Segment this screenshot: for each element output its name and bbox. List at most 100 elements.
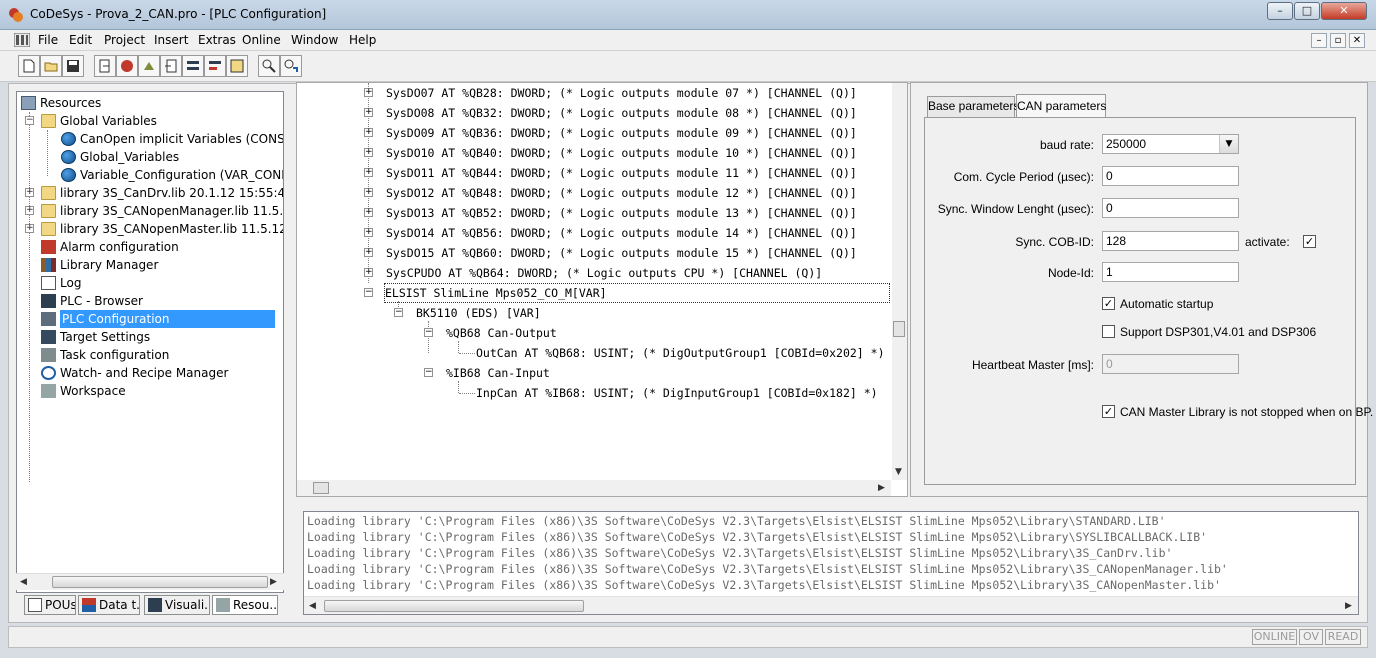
config-row-sysdo11[interactable]: SysDO11 AT %QB44: DWORD; (* Logic output… (386, 163, 857, 183)
mdi-restore-button[interactable]: ▫ (1330, 33, 1346, 48)
config-row-outcan[interactable]: OutCan AT %QB68: USINT; (* DigOutputGrou… (476, 343, 885, 363)
tree-item-target-settings[interactable]: Target Settings (41, 328, 150, 346)
expander-library-canopenmaster[interactable]: + (25, 224, 34, 233)
tree-item-global-variables-list[interactable]: Global_Variables (61, 148, 179, 166)
tree-item-library-candrv[interactable]: library 3S_CanDrv.lib 20.1.12 15:55:40: … (41, 184, 283, 202)
expander-elsist-slimline[interactable]: − (364, 288, 373, 297)
expander-ib68[interactable]: − (424, 368, 433, 377)
chevron-down-icon[interactable]: ▼ (1219, 135, 1238, 153)
activate-checkbox[interactable]: ✓ (1303, 235, 1316, 248)
step-over-button[interactable] (204, 55, 226, 77)
stop-button[interactable] (116, 55, 138, 77)
tree-item-canopen-implicit-variables[interactable]: CanOpen implicit Variables (CONSTANT) (61, 130, 283, 148)
config-row-sysdo12[interactable]: SysDO12 AT %QB48: DWORD; (* Logic output… (386, 183, 857, 203)
login-button[interactable] (94, 55, 116, 77)
scrollbar-thumb[interactable] (324, 600, 584, 612)
sync-window-length-field[interactable]: 0 (1102, 198, 1239, 218)
tree-item-plc-browser[interactable]: PLC - Browser (41, 292, 143, 310)
mdi-minimize-button[interactable]: – (1311, 33, 1327, 48)
expander-global-variables[interactable]: − (25, 116, 34, 125)
open-button[interactable] (40, 55, 62, 77)
expander-bk5110[interactable]: − (394, 308, 403, 317)
config-row-sysdo07[interactable]: SysDO07 AT %QB28: DWORD; (* Logic output… (386, 83, 857, 103)
menu-online[interactable]: Online (242, 33, 281, 47)
config-row-inpcan[interactable]: InpCan AT %IB68: USINT; (* DigInputGroup… (476, 383, 878, 403)
config-row-sysdo13[interactable]: SysDO13 AT %QB52: DWORD; (* Logic output… (386, 203, 857, 223)
resources-horizontal-scrollbar[interactable]: ◀ ▶ (16, 573, 284, 590)
menu-extras[interactable]: Extras (198, 33, 236, 47)
save-button[interactable] (62, 55, 84, 77)
tree-item-watch-recipe-manager[interactable]: Watch- and Recipe Manager (41, 364, 228, 382)
tree-item-alarm-configuration[interactable]: Alarm configuration (41, 238, 179, 256)
expander-sysdo07[interactable]: + (364, 88, 373, 97)
expander-sysdo14[interactable]: + (364, 228, 373, 237)
tab-data-types[interactable]: Data t... (78, 595, 140, 615)
tree-item-library-canopenmaster[interactable]: library 3S_CANopenMaster.lib 11.5.12 11:… (41, 220, 283, 238)
menu-insert[interactable]: Insert (154, 33, 188, 47)
scrollbar-thumb[interactable] (313, 482, 329, 494)
logout-button[interactable] (160, 55, 182, 77)
scroll-right-icon[interactable]: ▶ (878, 483, 885, 493)
maximize-button[interactable]: □ (1294, 2, 1320, 20)
node-id-field[interactable]: 1 (1102, 262, 1239, 282)
tree-item-global-variables[interactable]: Global Variables (41, 112, 157, 130)
config-row-bk5110[interactable]: BK5110 (EDS) [VAR] (416, 303, 541, 323)
expander-sysdo13[interactable]: + (364, 208, 373, 217)
run-button[interactable] (138, 55, 160, 77)
menu-window[interactable]: Window (291, 33, 338, 47)
automatic-startup-checkbox[interactable]: ✓ (1102, 297, 1115, 310)
can-master-library-checkbox[interactable]: ✓ (1102, 405, 1115, 418)
tree-item-library-manager[interactable]: Library Manager (41, 256, 158, 274)
tab-can-parameters[interactable]: CAN parameters (1016, 94, 1106, 118)
config-vertical-scrollbar[interactable]: ▼ (892, 83, 907, 480)
tree-item-workspace[interactable]: Workspace (41, 382, 126, 400)
tab-base-parameters[interactable]: Base parameters (927, 96, 1019, 117)
codesys-app-icon[interactable] (8, 7, 24, 23)
config-row-sysdo09[interactable]: SysDO09 AT %QB36: DWORD; (* Logic output… (386, 123, 857, 143)
config-row-sysdo14[interactable]: SysDO14 AT %QB56: DWORD; (* Logic output… (386, 223, 857, 243)
config-row-elsist-slimline[interactable]: ELSIST SlimLine Mps052_CO_M[VAR] (384, 283, 890, 303)
expander-library-candrv[interactable]: + (25, 188, 34, 197)
menu-project[interactable]: Project (104, 33, 145, 47)
menu-help[interactable]: Help (349, 33, 376, 47)
scroll-left-icon[interactable]: ◀ (20, 577, 27, 587)
tree-item-variable-configuration[interactable]: Variable_Configuration (VAR_CONFIG) (61, 166, 283, 184)
menu-file[interactable]: File (38, 33, 58, 47)
scroll-right-icon[interactable]: ▶ (270, 577, 277, 587)
expander-sysdo10[interactable]: + (364, 148, 373, 157)
close-button[interactable]: ✕ (1321, 2, 1367, 20)
expander-syscpudo[interactable]: + (364, 268, 373, 277)
tree-item-resources[interactable]: Resources (21, 94, 101, 112)
expander-sysdo15[interactable]: + (364, 248, 373, 257)
minimize-button[interactable]: – (1267, 2, 1293, 20)
config-row-syscpudo[interactable]: SysCPUDO AT %QB64: DWORD; (* Logic outpu… (386, 263, 822, 283)
document-menu-icon[interactable] (14, 33, 30, 47)
expander-sysdo11[interactable]: + (364, 168, 373, 177)
expander-sysdo08[interactable]: + (364, 108, 373, 117)
heartbeat-master-field[interactable]: 0 (1102, 354, 1239, 374)
scrollbar-thumb[interactable] (52, 576, 268, 588)
expander-library-canopenmanager[interactable]: + (25, 206, 34, 215)
sync-cob-id-field[interactable]: 128 (1102, 231, 1239, 251)
replace-button[interactable] (280, 55, 302, 77)
scrollbar-thumb[interactable] (893, 321, 905, 337)
tree-item-task-configuration[interactable]: Task configuration (41, 346, 169, 364)
new-button[interactable] (18, 55, 40, 77)
scroll-left-icon[interactable]: ◀ (309, 601, 316, 611)
tab-visualizations[interactable]: Visuali... (144, 595, 210, 615)
tab-resources[interactable]: Resou... (212, 595, 278, 615)
scroll-right-icon[interactable]: ▶ (1345, 601, 1352, 611)
config-row-sysdo10[interactable]: SysDO10 AT %QB40: DWORD; (* Logic output… (386, 143, 857, 163)
com-cycle-period-field[interactable]: 0 (1102, 166, 1239, 186)
config-horizontal-scrollbar[interactable]: ▶ (297, 480, 891, 496)
breakpoint-button[interactable] (226, 55, 248, 77)
expander-sysdo09[interactable]: + (364, 128, 373, 137)
find-button[interactable] (258, 55, 280, 77)
config-row-qb68[interactable]: %QB68 Can-Output (446, 323, 557, 343)
tree-item-log[interactable]: Log (41, 274, 81, 292)
config-row-ib68[interactable]: %IB68 Can-Input (446, 363, 550, 383)
scroll-down-icon[interactable]: ▼ (895, 467, 902, 477)
step-in-button[interactable] (182, 55, 204, 77)
config-row-sysdo08[interactable]: SysDO08 AT %QB32: DWORD; (* Logic output… (386, 103, 857, 123)
tree-item-library-canopenmanager[interactable]: library 3S_CANopenManager.lib 11.5.12 11… (41, 202, 283, 220)
